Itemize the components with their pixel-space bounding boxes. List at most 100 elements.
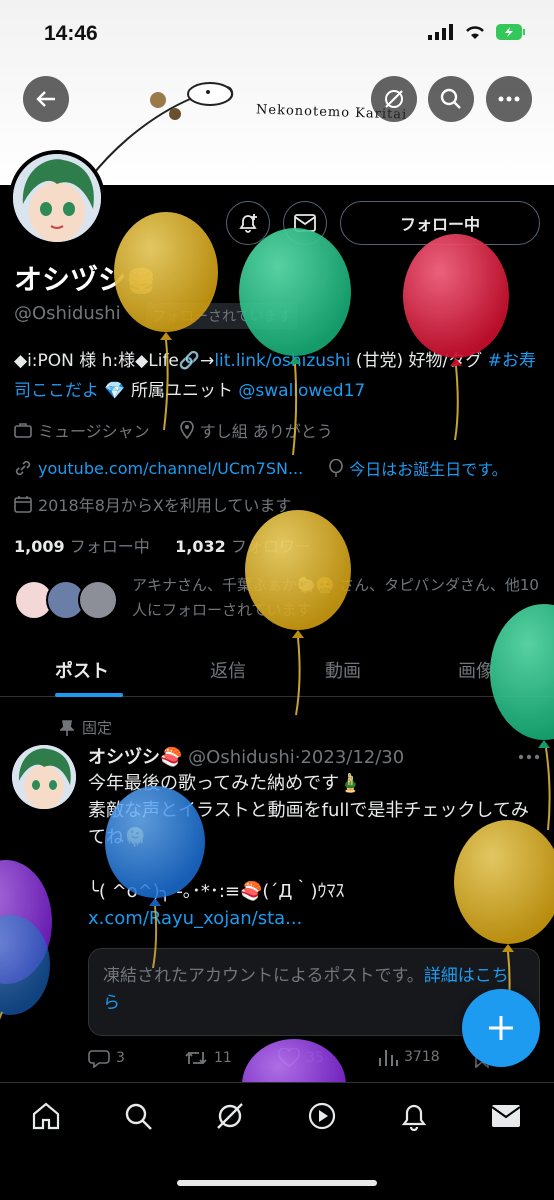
followed-by-text[interactable]: アキナさん、千葉ふぁか🐑🤮 さん、タピパンダさん、他10人にフォローされています: [132, 573, 542, 623]
avatar-illustration: [13, 154, 101, 242]
views-icon: [379, 1050, 398, 1066]
followers-count: 1,032: [175, 537, 226, 556]
bell-plus-icon: [239, 214, 257, 233]
bio-text: (甘党) 好物/タグ: [350, 351, 488, 371]
nav-notifications[interactable]: [397, 1099, 431, 1133]
profile-category: ミュージシャン: [38, 422, 150, 441]
profile-tabs: ポスト 返信 動画 画像: [0, 645, 554, 697]
link-icon: [15, 460, 31, 476]
balloon-purple: [0, 860, 52, 1020]
tab-images[interactable]: 画像: [458, 657, 494, 683]
mail-icon: [491, 1105, 521, 1127]
post-header: オシヅシ🍣 @Oshidushi·2023/12/30: [88, 747, 405, 768]
nav-search[interactable]: [121, 1099, 155, 1133]
post-text-line: ╰( ^o^)╮ -｡･*･:≡🍣(´Д｀)ｳﾏｽ: [88, 881, 345, 902]
bio-link[interactable]: lit.link/oshizushi: [214, 351, 350, 371]
bio-mention[interactable]: @swallowed17: [238, 381, 365, 401]
following-button[interactable]: フォロー中: [340, 201, 540, 245]
nav-grok[interactable]: [213, 1099, 247, 1133]
location-icon: [179, 421, 194, 439]
following-count: 1,009: [14, 537, 65, 556]
tab-videos[interactable]: 動画: [325, 657, 361, 683]
mail-icon: [294, 214, 316, 232]
repost-icon: [185, 1051, 207, 1065]
views-count: 3718: [404, 1049, 440, 1065]
profile-location: すし組 ありがとう: [199, 422, 333, 441]
burger-emoji-icon: 🍔: [126, 267, 156, 295]
bio-text: ◆i:PON 様 h:様◆Life🔗→: [14, 351, 215, 371]
profile-avatar[interactable]: [9, 150, 105, 246]
following-link[interactable]: 1,009 フォロー中: [14, 537, 150, 556]
balloon-icon: [329, 459, 344, 477]
balloon-red: [403, 234, 509, 441]
home-indicator: [177, 1180, 377, 1186]
compose-button[interactable]: [462, 989, 540, 1067]
plus-icon: [489, 1016, 513, 1040]
bio-text: 💎 所属ユニット: [99, 381, 239, 401]
followers-label: フォロワー: [230, 537, 311, 556]
post-more-icon[interactable]: [518, 754, 540, 760]
briefcase-icon: [14, 423, 32, 438]
reply-icon: [88, 1050, 110, 1068]
quote-text: 凍結されたアカウントによるポストです。: [103, 966, 424, 986]
notifications-button[interactable]: [226, 201, 270, 245]
active-tab-indicator: [55, 693, 123, 697]
more-button[interactable]: [486, 76, 532, 122]
nav-home[interactable]: [29, 1099, 63, 1133]
status-bar: 14:46: [0, 0, 554, 70]
back-button[interactable]: [23, 76, 69, 122]
post-body: 今年最後の歌ってみた納めです🎍 素敵な声とイラストと動画をfullで是非チェック…: [88, 770, 544, 932]
views-button[interactable]: 3718: [378, 1048, 440, 1066]
repost-count: 11: [214, 1050, 232, 1066]
profile-meta-row-1: ミュージシャン すし組 ありがとう: [14, 418, 333, 442]
reply-count: 3: [116, 1050, 125, 1066]
tab-posts[interactable]: ポスト: [55, 657, 109, 683]
like-count: 35: [306, 1050, 324, 1066]
status-time: 14:46: [44, 22, 98, 45]
tab-replies[interactable]: 返信: [210, 657, 246, 683]
post-date[interactable]: 2023/12/30: [300, 747, 404, 768]
heart-icon: [278, 1048, 300, 1068]
repost-button[interactable]: 11: [184, 1048, 232, 1068]
profile-name: オシヅシ🍔: [14, 258, 156, 298]
nav-video[interactable]: [305, 1099, 339, 1133]
post-author-name[interactable]: オシヅシ🍣: [88, 747, 182, 768]
home-icon: [32, 1102, 60, 1130]
reply-button[interactable]: 3: [88, 1048, 125, 1068]
post-author-handle: @Oshidushi: [188, 747, 295, 768]
avatar-illustration: [12, 745, 76, 809]
calendar-icon: [14, 496, 32, 513]
pin-icon: [60, 719, 74, 736]
profile-birthday: 今日はお誕生日です。: [349, 460, 508, 479]
nav-messages[interactable]: [489, 1099, 523, 1133]
search-button[interactable]: [428, 76, 474, 122]
post-text-line: 素敵な声とイラストと動画をfullで是非チェックしてみてね🫠: [88, 800, 529, 848]
bell-icon: [401, 1104, 427, 1131]
back-arrow-icon: [36, 91, 55, 107]
banner-doodle: [89, 82, 234, 179]
profile-website-link[interactable]: youtube.com/channel/UCm7SN...: [38, 459, 303, 478]
pinned-label: 固定: [82, 719, 113, 737]
following-label: フォロー中: [69, 537, 150, 556]
play-icon: [308, 1102, 336, 1130]
followers-link[interactable]: 1,032 フォロワー: [175, 537, 311, 556]
follower-avatar: [78, 580, 118, 620]
pinned-indicator: 固定: [60, 717, 112, 738]
profile-joined: 2018年8月からXを利用しています: [38, 496, 292, 515]
profile-meta-row-3: 2018年8月からXを利用しています: [14, 492, 291, 516]
more-icon: [498, 96, 520, 102]
profile-handle: @Oshidushi: [14, 303, 121, 324]
wifi-icon: [466, 26, 484, 39]
message-button[interactable]: [283, 201, 327, 245]
post-author-avatar[interactable]: [12, 745, 76, 809]
like-button[interactable]: 35: [278, 1048, 324, 1068]
profile-name-text: オシヅシ: [14, 263, 127, 296]
grok-button[interactable]: [371, 76, 417, 122]
signal-icon: [428, 24, 453, 40]
post-link[interactable]: x.com/Rayu_xojan/sta...: [88, 908, 302, 929]
search-icon: [440, 88, 461, 109]
follow-counts: 1,009 フォロー中 1,032 フォロワー: [14, 533, 311, 557]
battery-icon: [496, 24, 525, 40]
profile-meta-row-2: youtube.com/channel/UCm7SN... 今日はお誕生日です。: [14, 456, 508, 480]
post-text-line: 今年最後の歌ってみた納めです🎍: [88, 773, 362, 794]
